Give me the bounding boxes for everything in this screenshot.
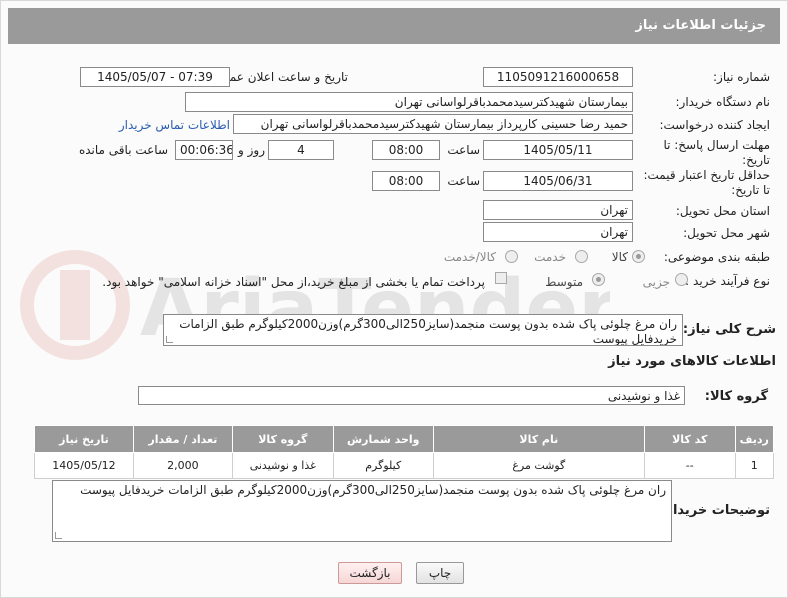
category-option-service: خدمت [534, 250, 566, 264]
description-textarea[interactable]: ران مرغ چلوئی پاک شده بدون پوست منجمد(سا… [163, 314, 683, 346]
col-name: نام کالا [432, 425, 645, 453]
cell-row: 1 [734, 452, 774, 479]
price-date-field: 1405/06/31 [483, 171, 633, 191]
cell-code: -- [643, 452, 736, 479]
reply-deadline-label-2: تاریخ: [742, 153, 770, 167]
table-row: 1 -- گوشت مرغ کیلوگرم غذا و نوشیدنی 2,00… [34, 452, 774, 479]
reply-time-label: ساعت [447, 143, 480, 157]
col-qty: تعداد / مقدار [132, 425, 233, 453]
cell-unit: کیلوگرم [332, 452, 434, 479]
process-option-minor: جزیی [642, 275, 670, 289]
category-label: طبقه بندی موضوعی: [663, 250, 770, 264]
process-option-medium: متوسط [545, 275, 583, 289]
description-label: شرح کلی نیاز: [682, 322, 776, 337]
col-row: ردیف [734, 425, 774, 453]
goods-group-label: گروه کالا: [704, 389, 768, 404]
resize-grip-icon[interactable] [55, 532, 62, 539]
description-text: ران مرغ چلوئی پاک شده بدون پوست منجمد(سا… [179, 317, 677, 346]
province-label: استان محل تحویل: [675, 204, 770, 218]
process-radio-medium[interactable] [592, 273, 605, 286]
goods-table: ردیف کد کالا نام کالا واحد شمارش گروه کا… [34, 425, 774, 479]
province-field: تهران [483, 200, 633, 220]
reply-time-field: 08:00 [372, 140, 440, 160]
category-radio-goods-service[interactable] [505, 250, 518, 263]
price-validity-label: حداقل تاریخ اعتبار قیمت: [643, 168, 770, 182]
cell-group: غذا و نوشیدنی [231, 452, 334, 479]
announce-datetime-field: 1405/05/07 - 07:39 [80, 67, 230, 87]
col-unit: واحد شمارش [332, 425, 434, 453]
buyer-notes-text: ران مرغ چلوئی پاک شده بدون پوست منجمد(سا… [80, 483, 666, 497]
treasury-payment-checkbox[interactable] [495, 272, 507, 284]
resize-grip-icon[interactable] [166, 336, 173, 343]
city-label: شهر محل تحویل: [683, 226, 770, 240]
cell-qty: 2,000 [132, 452, 233, 479]
goods-section-title: اطلاعات کالاهای مورد نیاز [608, 354, 776, 369]
page-title: جزئیات اطلاعات نیاز [635, 18, 766, 33]
col-code: کد کالا [643, 425, 736, 453]
time-remaining-label: ساعت باقی مانده [78, 143, 168, 157]
goods-table-header: ردیف کد کالا نام کالا واحد شمارش گروه کا… [34, 425, 774, 453]
category-radio-goods[interactable] [632, 250, 645, 263]
back-button[interactable]: بازگشت [338, 562, 402, 584]
creator-label: ایجاد کننده درخواست: [659, 118, 770, 132]
process-radio-minor[interactable] [675, 273, 688, 286]
cell-name: گوشت مرغ [432, 452, 645, 479]
price-validity-label-2: تا تاریخ: [731, 183, 770, 197]
goods-group-field: غذا و نوشیدنی [138, 386, 685, 405]
col-group: گروه کالا [231, 425, 334, 453]
reply-deadline-label: مهلت ارسال پاسخ: تا [663, 138, 770, 152]
buyer-notes-textarea[interactable]: ران مرغ چلوئی پاک شده بدون پوست منجمد(سا… [52, 480, 672, 542]
cell-date: 1405/05/12 [34, 452, 134, 479]
days-label: روز و [238, 143, 265, 157]
col-date: تاریخ نیاز [34, 425, 134, 453]
creator-field: حمید رضا حسینی کارپرداز بیمارستان شهیدکت… [233, 114, 633, 134]
time-remaining-field: 00:06:36 [175, 140, 233, 160]
page-header: جزئیات اطلاعات نیاز [8, 8, 780, 44]
category-option-goods-service: کالا/خدمت [443, 250, 496, 264]
buyer-notes-label: توضیحات خریدار: [660, 503, 770, 518]
price-time-label: ساعت [447, 174, 480, 188]
category-option-goods: کالا [611, 250, 628, 264]
price-time-field: 08:00 [372, 171, 440, 191]
buyer-org-field: بیمارستان شهیدکترسیدمحمدباقرلواسانی تهرا… [185, 92, 633, 112]
category-radio-service[interactable] [575, 250, 588, 263]
need-number-field: 1105091216000658 [483, 67, 633, 87]
days-remaining-field: 4 [268, 140, 334, 160]
treasury-payment-note: پرداخت تمام یا بخشی از مبلغ خرید،از محل … [102, 275, 485, 289]
buyer-contact-link[interactable]: اطلاعات تماس خریدار [119, 118, 230, 132]
print-button[interactable]: چاپ [416, 562, 464, 584]
need-number-label: شماره نیاز: [713, 70, 770, 84]
city-field: تهران [483, 222, 633, 242]
buyer-org-label: نام دستگاه خریدار: [675, 95, 771, 109]
process-label: نوع فرآیند خرید : [685, 274, 770, 288]
reply-date-field: 1405/05/11 [483, 140, 633, 160]
